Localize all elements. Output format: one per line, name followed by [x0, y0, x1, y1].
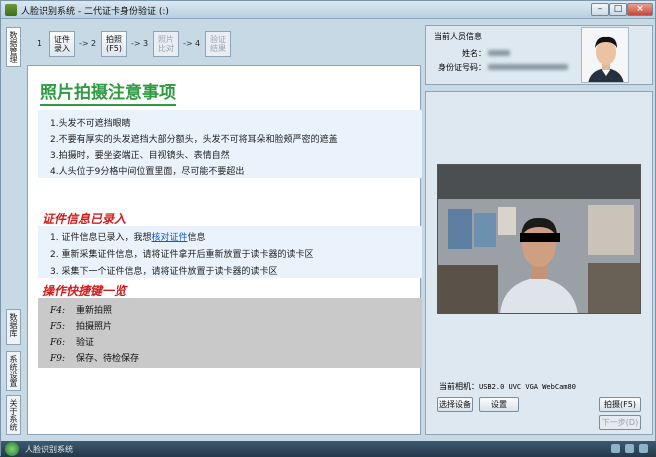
step-result-button[interactable]: 验证 结果	[205, 31, 231, 57]
notice-item: 3.拍摄时，要坐姿端正、目视镜头、表情自然	[50, 151, 230, 161]
shortcut-item: F4: 重新拍照	[50, 303, 112, 316]
side-tab-database[interactable]: 数据库	[6, 309, 21, 345]
close-button[interactable]: ×	[627, 3, 653, 16]
current-camera-label: 当前相机：	[439, 382, 479, 391]
step-capture-button[interactable]: 拍照 (F5)	[101, 31, 127, 57]
side-tab-system-settings[interactable]: 系统设置	[6, 351, 21, 391]
step-number: 4	[195, 39, 201, 48]
start-button[interactable]	[5, 442, 19, 456]
step-id-entry-button[interactable]: 证件 录入	[49, 31, 75, 57]
camera-preview	[437, 164, 641, 314]
shortcut-item: F5: 拍摄照片	[50, 319, 112, 332]
shortcut-desc: 重新拍照	[76, 306, 113, 316]
shortcut-key: F5:	[50, 322, 66, 332]
step-arrow: ->	[131, 39, 141, 48]
app-window: 人脸识别系统 - 二代证卡身份验证 (:) – □ × 数据管理 数据库 系统设…	[0, 0, 656, 457]
window-title: 人脸识别系统 - 二代证卡身份验证 (:)	[21, 7, 169, 17]
step-arrow: ->	[79, 39, 89, 48]
shortcut-key: F6:	[50, 338, 66, 348]
step-number: 2	[91, 39, 97, 48]
app-icon	[5, 4, 17, 16]
minimize-button[interactable]: –	[591, 3, 609, 16]
id-entered-item: 3. 采集下一个证件信息，请将证件放置于读卡器的读卡区	[50, 267, 278, 277]
id-number-label: 身份证号码：	[438, 63, 486, 72]
step-label-line: 验证	[210, 35, 226, 44]
id-entered-box: 1. 证件信息已录入，我想核对证件信息 2. 重新采集证件信息，请将证件拿开后重…	[38, 226, 422, 278]
step-label-line: 比对	[158, 44, 174, 53]
taskbar-app-item[interactable]: 人脸识别系统	[25, 444, 73, 455]
shortcut-item: F9: 保存、待检保存	[50, 351, 139, 364]
side-tab-data-management[interactable]: 数据管理	[6, 27, 21, 67]
shortcut-key: F9:	[50, 354, 66, 364]
step-label-line: 拍照	[106, 35, 122, 44]
notice-item: 2.不要有厚实的头发遮挡大部分额头，头发不可将耳朵和脸颊严密的遮盖	[50, 135, 338, 145]
shortcut-desc: 保存、待检保存	[76, 354, 140, 364]
step-bar: 1 证件 录入 -> 2 拍照 (F5) -> 3 照片 比对 -> 4 验证 …	[27, 25, 421, 63]
name-label: 姓名：	[462, 49, 486, 58]
id-entered-item: 2. 重新采集证件信息，请将证件拿开后重新放置于读卡器的读卡区	[50, 250, 314, 260]
side-tab-label: 系统设置	[9, 355, 18, 387]
step-label-line: (F5)	[106, 44, 122, 53]
next-step-button[interactable]: 下一步(D)	[599, 415, 641, 430]
step-label-line: 照片	[158, 35, 174, 44]
id-number-value-redacted	[488, 64, 568, 70]
id-entered-item: 1. 证件信息已录入，我想核对证件信息	[50, 230, 205, 243]
id-photo	[581, 27, 629, 83]
current-camera-value: USB2.0 UVC VGA WebCam80	[479, 383, 576, 391]
shortcut-item: F6: 验证	[50, 335, 94, 348]
notice-item: 4.人头位于9分格中间位置里面，尽可能不要超出	[50, 167, 245, 177]
side-tab-label: 数据库	[9, 313, 18, 337]
shortcut-desc: 拍摄照片	[76, 322, 113, 332]
id-entered-heading: 证件信息已录入	[42, 212, 127, 229]
step-compare-button[interactable]: 照片 比对	[153, 31, 179, 57]
notice-heading: 照片拍摄注意事项	[40, 78, 176, 106]
step-label-line: 结果	[210, 44, 226, 53]
id-entered-text: 1. 证件信息已录入，我想	[50, 233, 152, 243]
capture-button[interactable]: 拍摄(F5)	[599, 397, 641, 412]
step-label-line: 录入	[54, 44, 70, 53]
side-tab-about[interactable]: 关于系统	[6, 395, 21, 435]
shortcut-key: F4:	[50, 306, 66, 316]
current-camera: 当前相机：USB2.0 UVC VGA WebCam80	[439, 381, 576, 392]
id-entered-text: 信息	[187, 233, 206, 243]
person-info-title: 当前人员信息	[434, 32, 482, 41]
tray-clock-icon[interactable]	[639, 444, 648, 453]
maximize-button[interactable]: □	[609, 3, 627, 16]
side-tab-label: 关于系统	[9, 399, 18, 431]
verify-id-link[interactable]: 核对证件	[151, 233, 187, 243]
title-bar: 人脸识别系统 - 二代证卡身份验证 (:) – □ ×	[1, 1, 655, 19]
camera-settings-button[interactable]: 设置	[479, 397, 519, 412]
tray-volume-icon[interactable]	[625, 444, 634, 453]
side-tab-label: 数据管理	[9, 31, 18, 63]
step-number: 3	[143, 39, 149, 48]
step-number: 1	[37, 39, 43, 48]
shortcuts-box: F4: 重新拍照 F5: 拍摄照片 F6: 验证 F9: 保存、待检保存	[38, 298, 422, 368]
tray-network-icon[interactable]	[611, 444, 620, 453]
step-label-line: 证件	[54, 35, 70, 44]
notice-item: 1.头发不可遮挡眼睛	[50, 119, 131, 129]
name-value-redacted	[488, 50, 510, 56]
notice-box: 1.头发不可遮挡眼睛 2.不要有厚实的头发遮挡大部分额头，头发不可将耳朵和脸颊严…	[38, 110, 422, 178]
select-device-button[interactable]: 选择设备	[437, 397, 473, 412]
shortcuts-heading: 操作快捷键一览	[42, 284, 127, 301]
step-arrow: ->	[183, 39, 193, 48]
taskbar: 人脸识别系统	[1, 441, 656, 457]
main-content-panel: 照片拍摄注意事项 1.头发不可遮挡眼睛 2.不要有厚实的头发遮挡大部分额头，头发…	[27, 65, 422, 435]
shortcut-desc: 验证	[76, 338, 95, 348]
